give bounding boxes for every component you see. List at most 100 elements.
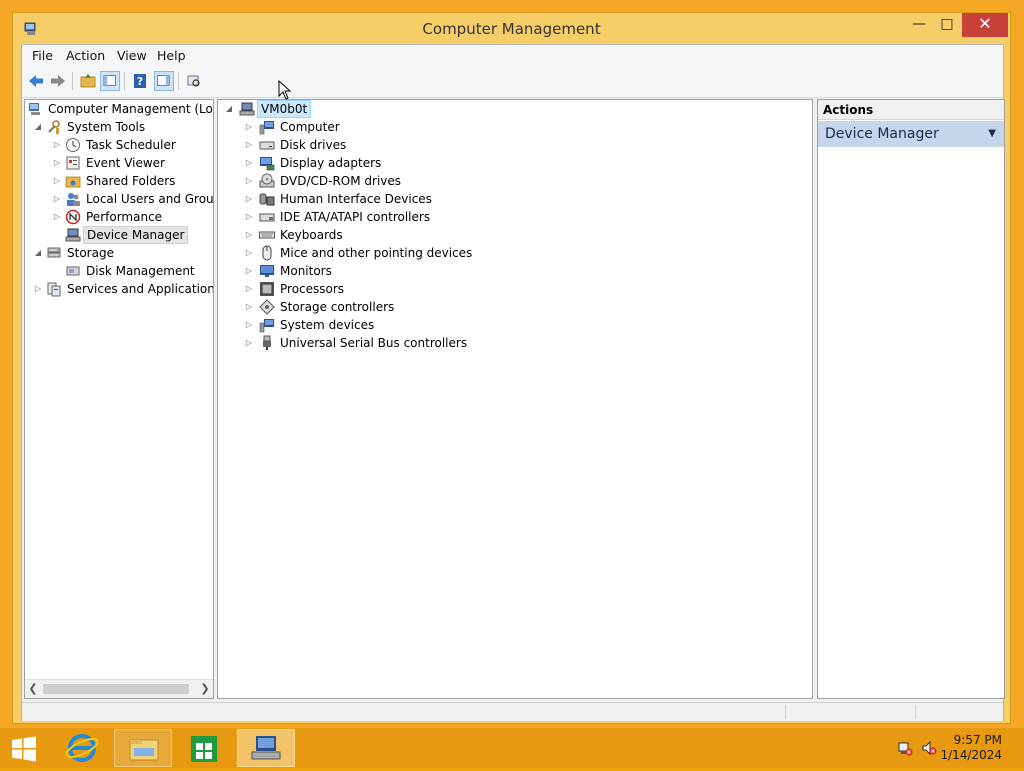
computer-icon [259, 121, 274, 135]
shared-folder-icon [65, 176, 81, 188]
device-category-keyboards[interactable]: ▷ Keyboards [218, 226, 812, 244]
device-category-display-adapters[interactable]: ▷ Display adapters [218, 154, 812, 172]
device-category-ide-ata-atapi-controllers[interactable]: ▷ IDE ATA/ATAPI controllers [218, 208, 812, 226]
tree-item-local-users-and-groups[interactable]: ▷ Local Users and Groups [25, 190, 213, 208]
up-folder-icon[interactable] [78, 71, 98, 91]
collapse-arrow-icon[interactable]: ◢ [224, 100, 234, 118]
internet-explorer-icon[interactable] [53, 729, 111, 767]
tree-item-storage[interactable]: ◢ Storage [25, 244, 213, 262]
menu-help[interactable]: Help [157, 48, 186, 63]
expand-arrow-icon[interactable]: ▷ [52, 154, 62, 172]
disk-drive-icon [259, 141, 275, 150]
expand-arrow-icon[interactable]: ▷ [244, 208, 254, 226]
system-clock[interactable]: 9:57 PM 1/14/2024 [940, 733, 1002, 763]
device-category-processors[interactable]: ▷ Processors [218, 280, 812, 298]
device-root-label: VM0b0t [257, 100, 312, 118]
windows-start-icon[interactable] [10, 736, 38, 762]
expand-arrow-icon[interactable]: ▷ [244, 262, 254, 280]
tree-item-computer-management[interactable]: Computer Management (Local [25, 100, 213, 118]
expand-arrow-icon[interactable]: ▷ [244, 190, 254, 208]
volume-muted-icon[interactable] [921, 740, 937, 756]
menu-file[interactable]: File [32, 48, 53, 63]
tree-item-task-scheduler[interactable]: ▷ Task Scheduler [25, 136, 213, 154]
device-category-system-devices[interactable]: ▷ System devices [218, 316, 812, 334]
file-explorer-taskbar-button[interactable] [114, 729, 172, 767]
collapse-arrow-icon[interactable]: ◢ [33, 118, 43, 136]
display-adapter-icon [260, 157, 275, 171]
scroll-left-icon[interactable]: ❮ [25, 680, 41, 698]
forward-arrow-icon[interactable] [48, 71, 68, 91]
usb-icon [263, 335, 271, 350]
expand-arrow-icon[interactable]: ▷ [244, 316, 254, 334]
device-category-storage-controllers[interactable]: ▷ Storage controllers [218, 298, 812, 316]
device-category-label: Keyboards [280, 228, 343, 242]
system-device-icon [259, 319, 274, 333]
expand-arrow-icon[interactable]: ▷ [244, 226, 254, 244]
status-bar [22, 702, 1003, 721]
expand-arrow-icon[interactable]: ▷ [244, 244, 254, 262]
actions-device-manager-group[interactable]: Device Manager ▼ [818, 121, 1004, 147]
expand-arrow-icon[interactable]: ▷ [52, 136, 62, 154]
expand-arrow-icon[interactable]: ▷ [52, 172, 62, 190]
help-icon[interactable]: ? [130, 71, 150, 91]
device-category-computer[interactable]: ▷ Computer [218, 118, 812, 136]
expand-arrow-icon[interactable]: ▷ [244, 172, 254, 190]
tree-item-shared-folders[interactable]: ▷ Shared Folders [25, 172, 213, 190]
tree-item-disk-management[interactable]: Disk Management [25, 262, 213, 280]
tree-item-services-and-applications[interactable]: ▷ Services and Applications [25, 280, 213, 298]
expand-arrow-icon[interactable]: ▷ [52, 190, 62, 208]
tree-item-label: Local Users and Groups [86, 192, 214, 206]
expand-arrow-icon[interactable]: ▷ [244, 118, 254, 136]
device-root-node[interactable]: ◢ VM0b0t [218, 100, 812, 118]
back-arrow-icon[interactable] [26, 71, 46, 91]
expand-arrow-icon[interactable]: ▷ [244, 154, 254, 172]
device-category-mice-and-other-pointing-devices[interactable]: ▷ Mice and other pointing devices [218, 244, 812, 262]
device-category-label: Monitors [280, 264, 332, 278]
tree-item-event-viewer[interactable]: ▷ Event Viewer [25, 154, 213, 172]
collapse-arrow-icon[interactable]: ◢ [33, 244, 43, 262]
tree-item-system-tools[interactable]: ◢ System Tools [25, 118, 213, 136]
store-icon[interactable] [175, 729, 233, 767]
maximize-button[interactable]: □ [934, 13, 960, 37]
expand-arrow-icon[interactable]: ▷ [33, 280, 43, 298]
window-title: Computer Management [422, 20, 601, 38]
menu-action[interactable]: Action [66, 48, 105, 63]
client-area: File Action View Help ? Computer Managem… [21, 44, 1005, 721]
horizontal-scrollbar[interactable]: ❮ ❯ [25, 679, 213, 698]
tree-item-label: Event Viewer [86, 156, 165, 170]
properties-icon[interactable] [184, 71, 204, 91]
device-category-label: Computer [280, 120, 340, 134]
title-bar[interactable]: Computer Management — □ ✕ [13, 13, 1010, 45]
device-category-human-interface-devices[interactable]: ▷ Human Interface Devices [218, 190, 812, 208]
close-button[interactable]: ✕ [962, 13, 1008, 37]
device-tree-pane[interactable]: ◢ VM0b0t ▷ Computer ▷ Disk drives ▷ Disp… [217, 99, 813, 699]
device-category-label: Storage controllers [280, 300, 395, 314]
device-category-disk-drives[interactable]: ▷ Disk drives [218, 136, 812, 154]
scroll-right-icon[interactable]: ❯ [197, 680, 213, 698]
device-category-dvd-cd-rom-drives[interactable]: ▷ DVD/CD-ROM drives [218, 172, 812, 190]
disk-management-icon [66, 266, 80, 276]
network-icon[interactable] [897, 740, 913, 756]
tree-item-performance[interactable]: ▷ Performance [25, 208, 213, 226]
expand-arrow-icon[interactable]: ▷ [244, 334, 254, 352]
monitor-icon [260, 265, 274, 277]
expand-arrow-icon[interactable]: ▷ [244, 136, 254, 154]
minimize-button[interactable]: — [906, 13, 932, 37]
computer-management-taskbar-button[interactable] [237, 729, 295, 767]
performance-icon [65, 209, 81, 225]
expand-arrow-icon[interactable]: ▷ [244, 280, 254, 298]
tree-item-device-manager[interactable]: Device Manager [25, 226, 213, 244]
device-category-monitors[interactable]: ▷ Monitors [218, 262, 812, 280]
device-category-usb-controllers[interactable]: ▷ Universal Serial Bus controllers [218, 334, 812, 352]
chevron-down-icon[interactable]: ▼ [988, 121, 996, 147]
expand-arrow-icon[interactable]: ▷ [244, 298, 254, 316]
console-tree-icon[interactable] [100, 71, 120, 91]
computer-icon [239, 102, 255, 116]
scrollbar-thumb[interactable] [43, 684, 189, 694]
console-tree-pane[interactable]: Computer Management (Local ◢ System Tool… [24, 99, 214, 699]
device-category-label: System devices [280, 318, 375, 332]
action-pane-icon[interactable] [154, 71, 174, 91]
expand-arrow-icon[interactable]: ▷ [52, 208, 62, 226]
clock-time: 9:57 PM [953, 733, 1002, 747]
menu-view[interactable]: View [117, 48, 147, 63]
